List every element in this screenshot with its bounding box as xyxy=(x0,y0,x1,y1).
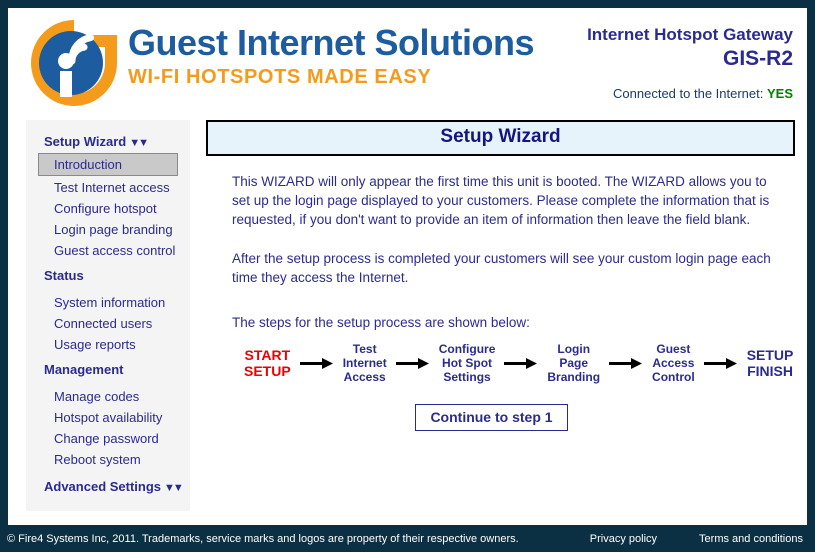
continue-to-step-1-button[interactable]: Continue to step 1 xyxy=(415,404,568,431)
intro-paragraph-2: After the setup process is completed you… xyxy=(232,251,771,285)
flow-step-configure-hot-spot-settings: Configure Hot Spot Settings xyxy=(439,342,496,384)
flow-step-login-page-branding: Login Page Branding xyxy=(547,342,600,384)
guest-internet-globe-wifi-logo-icon xyxy=(31,20,117,106)
sidebar-group-label: Setup Wizard xyxy=(44,134,127,149)
flow-step-line: Page xyxy=(559,356,589,370)
flow-step-line: SETUP xyxy=(244,363,291,379)
flow-step-line: Configure xyxy=(438,342,496,356)
sidebar-item-test-internet-access[interactable]: Test Internet access xyxy=(26,177,190,198)
footer-copyright: © Fire4 Systems Inc, 2011. Trademarks, s… xyxy=(7,532,519,545)
flow-step-guest-access-control: Guest Access Control xyxy=(652,342,695,384)
arrow-right-icon xyxy=(395,357,430,370)
sidebar-item-introduction[interactable]: Introduction xyxy=(38,153,178,176)
sidebar-group-label: Advanced Settings xyxy=(44,479,162,494)
flow-step-line: SETUP xyxy=(746,347,794,363)
flow-step-line: Access xyxy=(652,356,695,370)
brand-title: Guest Internet Solutions xyxy=(128,22,535,63)
page-footer: © Fire4 Systems Inc, 2011. Trademarks, s… xyxy=(0,525,815,552)
flow-step-test-internet-access: Test Internet Access xyxy=(343,342,387,384)
flow-step-line: Internet xyxy=(342,356,387,370)
flow-step-line: Branding xyxy=(547,370,601,384)
internet-status-label: Connected to the Internet: xyxy=(613,86,764,101)
setup-steps-diagram: START SETUP Test Internet Access Configu… xyxy=(232,342,793,384)
page-header: Guest Internet Solutions WI-FI HOTSPOTS … xyxy=(8,8,807,120)
internet-status: Connected to the Internet: YES xyxy=(587,86,793,101)
brand-logo[interactable]: Guest Internet Solutions WI-FI HOTSPOTS … xyxy=(26,15,535,111)
sidebar-group-label: Management xyxy=(44,362,124,377)
product-name: Internet Hotspot Gateway xyxy=(587,25,793,44)
sidebar-item-hotspot-availability[interactable]: Hotspot availability xyxy=(26,407,190,428)
arrow-right-icon xyxy=(504,357,538,370)
flow-step-line: Settings xyxy=(443,370,491,384)
sidebar-group-status: Status xyxy=(26,261,190,286)
wizard-intro: This WIZARD will only appear the first t… xyxy=(206,156,795,431)
page-content-frame: Guest Internet Solutions WI-FI HOTSPOTS … xyxy=(8,8,807,525)
intro-paragraph-3: The steps for the setup process are show… xyxy=(232,315,530,330)
page-title: Setup Wizard xyxy=(206,120,795,156)
sidebar-item-login-page-branding[interactable]: Login page branding xyxy=(26,219,190,240)
arrow-right-icon xyxy=(703,357,738,370)
chevron-double-down-icon: ▼▼ xyxy=(129,137,149,149)
footer-link-terms-and-conditions[interactable]: Terms and conditions xyxy=(699,533,803,545)
arrow-right-icon xyxy=(299,357,334,370)
brand-tagline: WI-FI HOTSPOTS MADE EASY xyxy=(128,66,432,88)
flow-step-line: FINISH xyxy=(747,363,793,379)
flow-step-line: Access xyxy=(343,370,386,384)
sidebar-item-system-information[interactable]: System information xyxy=(26,292,190,313)
main-content: Setup Wizard This WIZARD will only appea… xyxy=(206,120,795,431)
sidebar-item-reboot-system[interactable]: Reboot system xyxy=(26,449,190,470)
page-body: Setup Wizard ▼▼ Introduction Test Interne… xyxy=(8,120,807,525)
brand-text: Guest Internet Solutions WI-FI HOTSPOTS … xyxy=(128,22,535,89)
flow-step-setup-finish: SETUP FINISH xyxy=(747,347,794,379)
sidebar-item-manage-codes[interactable]: Manage codes xyxy=(26,386,190,407)
sidebar-item-usage-reports[interactable]: Usage reports xyxy=(26,334,190,355)
app-window: Guest Internet Solutions WI-FI HOTSPOTS … xyxy=(0,0,815,552)
footer-link-privacy-policy[interactable]: Privacy policy xyxy=(590,533,657,545)
flow-step-line: Hot Spot xyxy=(442,356,493,370)
sidebar-group-setup-wizard[interactable]: Setup Wizard ▼▼ xyxy=(26,132,190,152)
internet-status-value: YES xyxy=(766,86,793,101)
sidebar-group-advanced-settings[interactable]: Advanced Settings ▼▼ xyxy=(26,470,190,497)
sidebar-item-configure-hotspot[interactable]: Configure hotspot xyxy=(26,198,190,219)
action-row: Continue to step 1 xyxy=(232,404,781,431)
flow-step-line: Guest xyxy=(656,342,691,356)
sidebar-nav: Setup Wizard ▼▼ Introduction Test Interne… xyxy=(26,120,190,511)
chevron-double-down-icon: ▼▼ xyxy=(164,482,184,494)
sidebar-item-change-password[interactable]: Change password xyxy=(26,428,190,449)
footer-links: Privacy policy Terms and conditions xyxy=(590,533,803,545)
flow-step-start-setup: START SETUP xyxy=(244,347,291,379)
flow-step-line: Login xyxy=(557,342,591,356)
flow-step-line: Control xyxy=(652,370,695,384)
arrow-right-icon xyxy=(609,357,643,370)
header-product-info: Internet Hotspot Gateway GIS-R2 Connecte… xyxy=(587,24,793,101)
sidebar-item-guest-access-control[interactable]: Guest access control xyxy=(26,240,190,261)
sidebar-group-management: Management xyxy=(26,355,190,380)
sidebar-item-connected-users[interactable]: Connected users xyxy=(26,313,190,334)
product-model: GIS-R2 xyxy=(722,47,793,70)
intro-paragraph-1: This WIZARD will only appear the first t… xyxy=(232,174,770,227)
flow-step-line: Test xyxy=(352,342,377,356)
flow-step-line: START xyxy=(244,347,291,363)
sidebar-group-label: Status xyxy=(44,268,84,283)
